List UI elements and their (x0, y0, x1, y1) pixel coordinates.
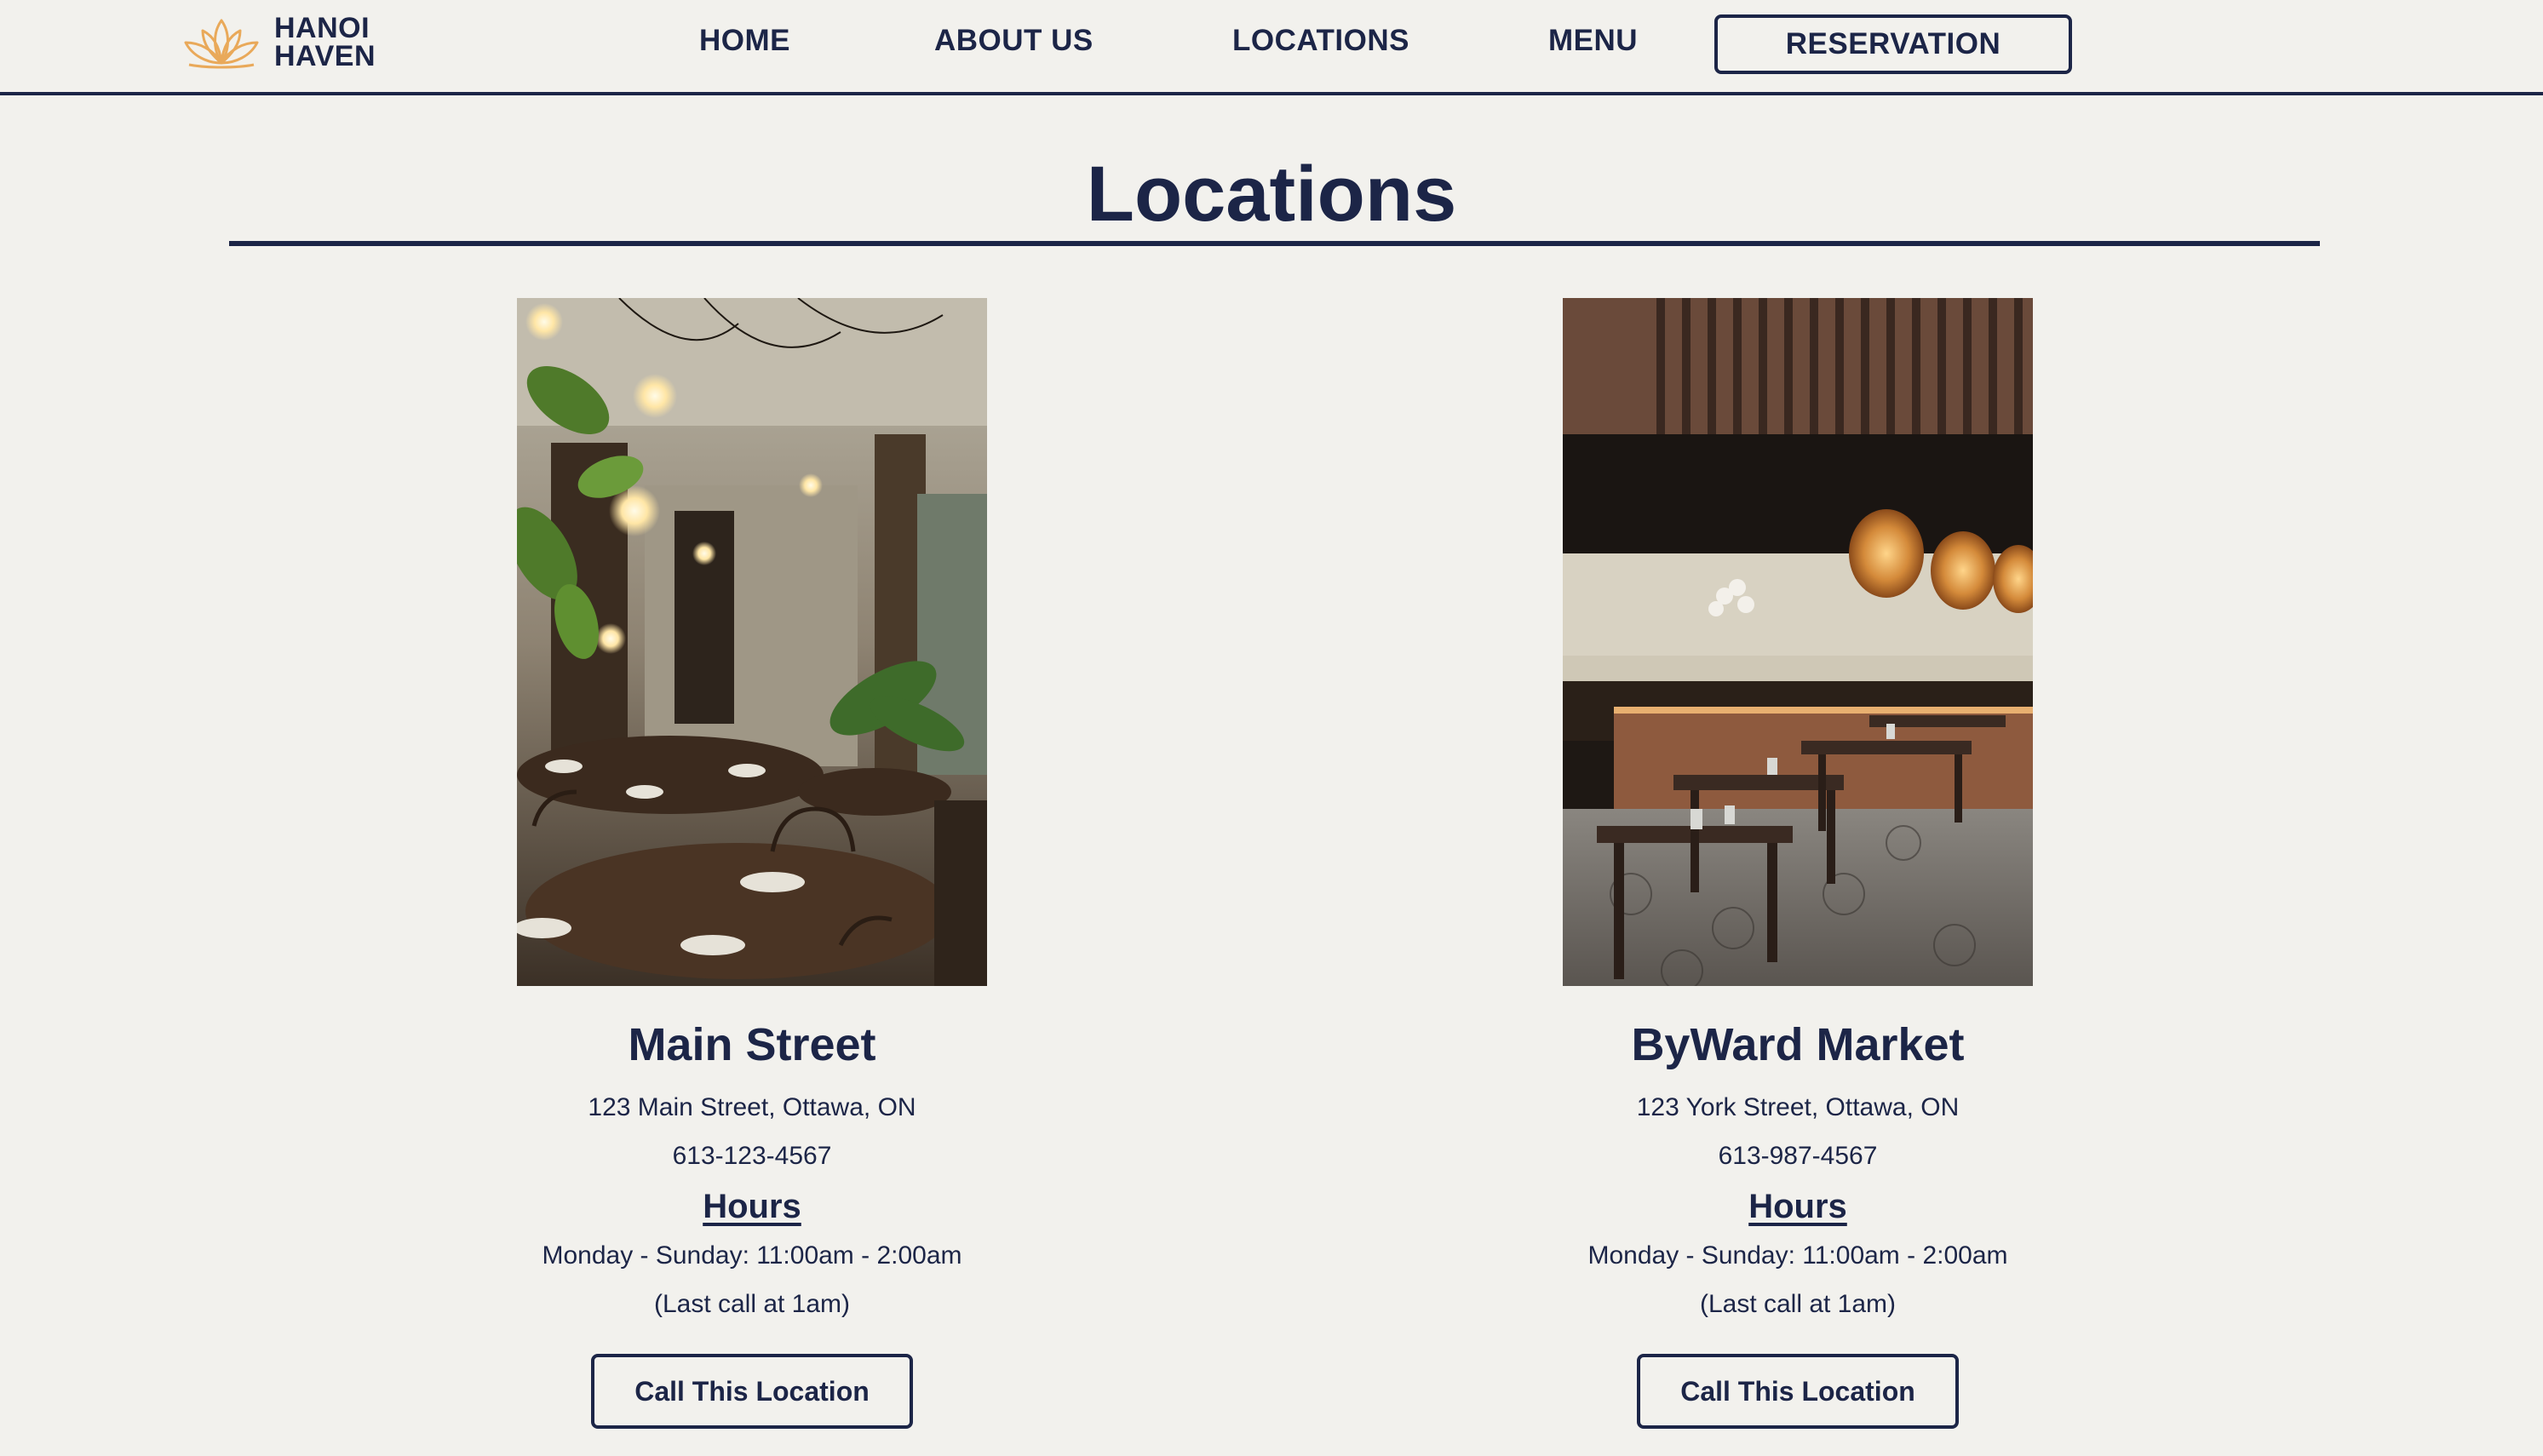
brand-name: HANOI HAVEN (274, 14, 376, 71)
location-name: Main Street (628, 1019, 876, 1070)
hours-heading: Hours (1748, 1188, 1847, 1225)
hours-heading: Hours (703, 1188, 801, 1225)
location-phone: 613-123-4567 (672, 1142, 832, 1170)
call-location-button[interactable]: Call This Location (591, 1354, 913, 1429)
location-photo-byward-market (1563, 298, 2033, 986)
location-photo-main-street (517, 298, 987, 986)
nav-about-link[interactable]: ABOUT US (934, 24, 1094, 58)
lotus-icon (184, 19, 259, 69)
site-logo[interactable]: HANOI HAVEN (181, 14, 376, 72)
location-card-byward-market: ByWard Market 123 York Street, Ottawa, O… (1500, 298, 2096, 1429)
restaurant-interior-image (1563, 298, 2033, 986)
title-divider (229, 241, 2320, 246)
hours-text: Monday - Sunday: 11:00am - 2:00am (1587, 1241, 2008, 1270)
site-header: HANOI HAVEN HOME ABOUT US LOCATIONS MENU… (0, 0, 2543, 95)
reservation-button[interactable]: RESERVATION (1714, 14, 2072, 74)
location-phone: 613-987-4567 (1718, 1142, 1878, 1170)
page-title: Locations (1086, 151, 1457, 238)
last-call-text: (Last call at 1am) (1699, 1290, 1897, 1318)
nav-locations-link[interactable]: LOCATIONS (1232, 24, 1409, 58)
brand-name-line1: HANOI (274, 12, 370, 44)
hours-text: Monday - Sunday: 11:00am - 2:00am (542, 1241, 962, 1270)
location-address: 123 Main Street, Ottawa, ON (588, 1093, 916, 1121)
restaurant-interior-image (517, 298, 987, 986)
location-card-main-street: Main Street 123 Main Street, Ottawa, ON … (454, 298, 1050, 1429)
nav-menu-link[interactable]: MENU (1548, 24, 1638, 58)
brand-name-line2: HAVEN (274, 40, 376, 72)
nav-home-link[interactable]: HOME (699, 24, 790, 58)
call-location-button[interactable]: Call This Location (1637, 1354, 1959, 1429)
location-address: 123 York Street, Ottawa, ON (1636, 1093, 1960, 1121)
last-call-text: (Last call at 1am) (653, 1290, 851, 1318)
location-name: ByWard Market (1631, 1019, 1965, 1070)
